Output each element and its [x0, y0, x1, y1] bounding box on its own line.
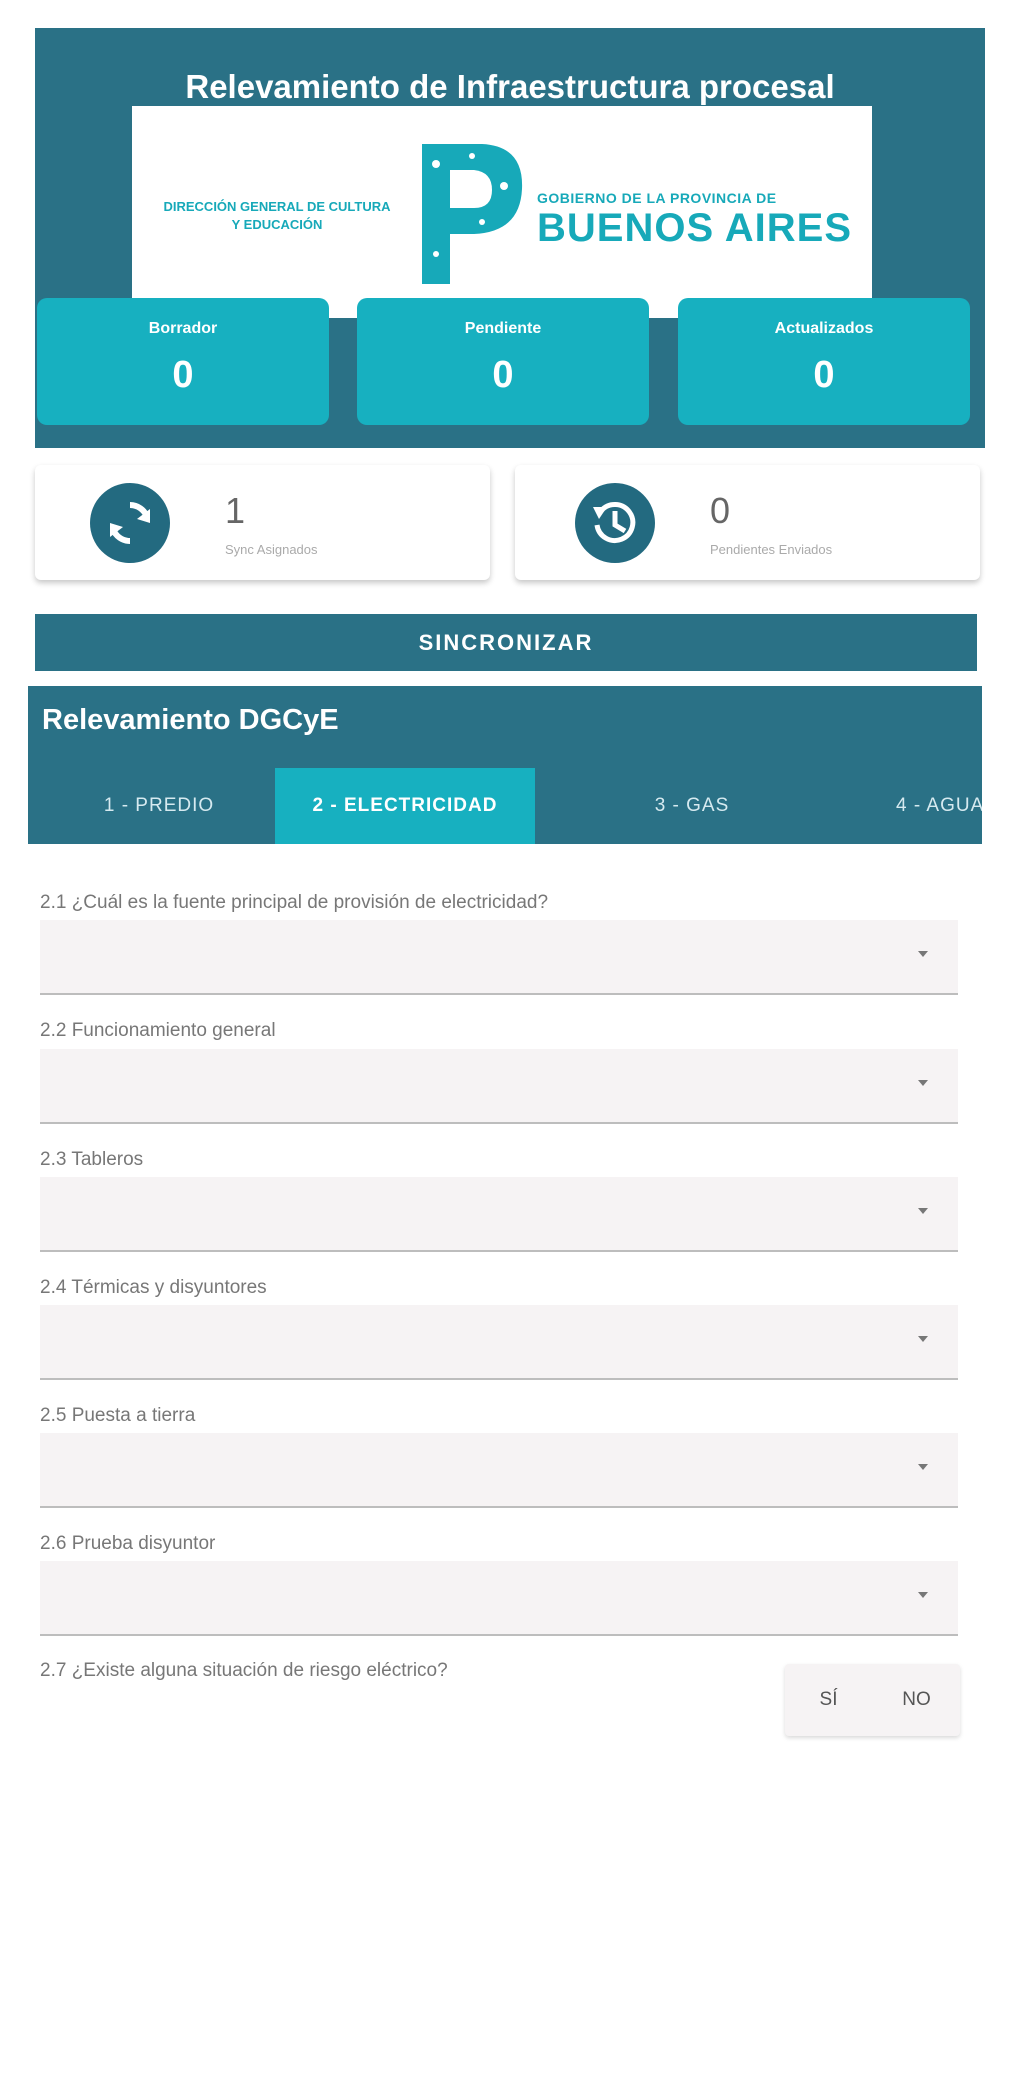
no-button[interactable]: NO: [873, 1664, 960, 1736]
yes-button[interactable]: SÍ: [785, 1664, 872, 1736]
tab-agua[interactable]: 4 - AGUA: [848, 768, 982, 844]
info-number: 0: [710, 490, 731, 531]
tab-gas[interactable]: 3 - GAS: [563, 768, 821, 844]
field-label-2-6: 2.6 Prueba disyuntor: [40, 1533, 216, 1554]
stat-value: 0: [813, 354, 835, 396]
dropdown-arrow-icon: [918, 1080, 928, 1086]
select-2-3[interactable]: [40, 1177, 958, 1252]
stat-value: 0: [492, 354, 514, 396]
dropdown-arrow-icon: [918, 1464, 928, 1470]
info-caption: Sync Asignados: [225, 542, 318, 557]
field-label-2-3: 2.3 Tableros: [40, 1149, 144, 1170]
field-label-2-4: 2.4 Térmicas y disyuntores: [40, 1277, 267, 1298]
select-2-2[interactable]: [40, 1049, 958, 1124]
section-title: Relevamiento DGCyE: [42, 704, 339, 736]
dropdown-arrow-icon: [918, 1208, 928, 1214]
field-label-2-2: 2.2 Funcionamiento general: [40, 1020, 276, 1041]
field-label-2-7: 2.7 ¿Existe alguna situación de riesgo e…: [40, 1660, 448, 1681]
stat-card-actualizados: Actualizados 0: [678, 298, 970, 425]
header-panel: Relevamiento de Infraestructura procesal…: [35, 28, 985, 448]
stat-card-borrador: Borrador 0: [37, 298, 329, 425]
logo-right-caption: GOBIERNO DE LA PROVINCIA DE: [537, 190, 777, 206]
stat-label: Borrador: [148, 320, 218, 337]
select-2-1[interactable]: [40, 920, 958, 995]
dropdown-arrow-icon: [918, 1592, 928, 1598]
info-card-sync[interactable]: 1 Sync Asignados: [35, 465, 490, 580]
stat-value: 0: [172, 354, 194, 396]
survey-section: Relevamiento DGCyE 1 - PREDIO 2 - ELECTR…: [28, 686, 982, 844]
tab-electricidad[interactable]: 2 - ELECTRICIDAD: [275, 768, 535, 844]
logo-banner: DIRECCIÓN GENERAL DE CULTURA Y EDUCACIÓN…: [132, 106, 872, 318]
app-title: Relevamiento de Infraestructura procesal: [185, 68, 835, 105]
field-label-2-1: 2.1 ¿Cuál es la fuente principal de prov…: [40, 892, 549, 913]
dropdown-arrow-icon: [918, 1336, 928, 1342]
info-card-history[interactable]: 0 Pendientes Enviados: [515, 465, 980, 580]
tab-predio[interactable]: 1 - PREDIO: [28, 768, 290, 844]
select-2-6[interactable]: [40, 1561, 958, 1636]
sync-button[interactable]: SINCRONIZAR: [35, 614, 977, 671]
dropdown-arrow-icon: [918, 951, 928, 957]
select-2-4[interactable]: [40, 1305, 958, 1380]
select-2-5[interactable]: [40, 1433, 958, 1508]
logo-left-text: DIRECCIÓN GENERAL DE CULTURA Y EDUCACIÓN: [163, 199, 391, 232]
info-number: 1: [225, 490, 246, 531]
field-label-2-5: 2.5 Puesta a tierra: [40, 1405, 196, 1426]
yes-no-toggle: SÍ NO: [785, 1664, 960, 1736]
stat-label: Pendiente: [464, 320, 542, 337]
logo-right-title: BUENOS AIRES: [537, 206, 853, 250]
info-caption: Pendientes Enviados: [710, 542, 833, 557]
tab-bar: 1 - PREDIO 2 - ELECTRICIDAD 3 - GAS 4 - …: [28, 768, 982, 844]
stat-card-pendiente: Pendiente 0: [357, 298, 649, 425]
province-logo-icon: [412, 134, 532, 294]
sync-icon: [90, 483, 170, 563]
history-icon: [575, 483, 655, 563]
stat-label: Actualizados: [774, 320, 874, 337]
